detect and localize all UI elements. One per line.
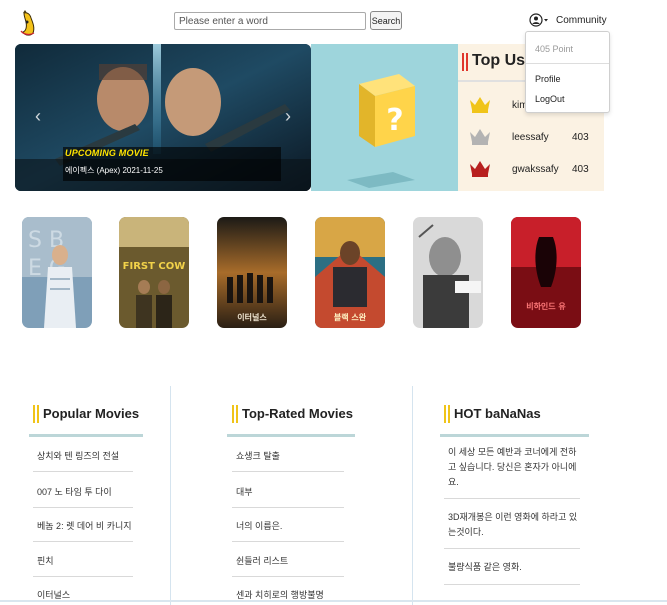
list-separator	[33, 507, 133, 508]
movie-poster[interactable]	[413, 217, 483, 328]
top-user-row[interactable]: gwakssafy 403	[468, 158, 598, 186]
poster-image: 이터널스	[217, 217, 287, 328]
top-rated-movie-item[interactable]: 대부	[236, 485, 253, 498]
poster-title: 블랙 스완	[334, 312, 367, 322]
poster-image: 비하인드 유	[511, 217, 581, 328]
hot-bananas-title: HOT baNaNas	[454, 406, 541, 421]
poster-image: FIRST COW	[119, 217, 189, 328]
top-user-name: gwakssafy	[512, 164, 559, 175]
section-underline	[227, 434, 355, 437]
top-user-points: 403	[572, 164, 589, 175]
section-underline	[440, 434, 589, 437]
poster-image: 블랙 스완	[315, 217, 385, 328]
list-separator	[33, 471, 133, 472]
top-user-name: leessafy	[512, 132, 549, 143]
section-underline	[29, 434, 143, 437]
top-rated-movies-title: Top-Rated Movies	[242, 406, 353, 421]
movie-poster[interactable]: 블랙 스완	[315, 217, 385, 328]
dropdown-item-logout[interactable]: LogOut	[535, 94, 565, 104]
list-separator	[444, 498, 580, 499]
movie-poster[interactable]: S B E G	[22, 217, 92, 328]
popular-movie-item[interactable]: 007 노 타임 투 다이	[37, 485, 112, 498]
poster-title: 비하인드 유	[526, 301, 566, 311]
hot-review-item[interactable]: 불량식품 같은 영화.	[448, 560, 580, 575]
search-input[interactable]	[174, 12, 366, 30]
poster-title: 이터널스	[237, 312, 267, 322]
movie-poster[interactable]: FIRST COW	[119, 217, 189, 328]
list-separator	[232, 507, 344, 508]
page: Search Community	[0, 0, 667, 605]
poster-title: FIRST COW	[123, 261, 186, 272]
crown-icon	[470, 129, 490, 145]
hero-tag: UPCOMING MOVIE	[65, 148, 149, 158]
page-bottom-border	[0, 600, 667, 602]
search-button[interactable]: Search	[370, 11, 402, 30]
chevron-left-icon[interactable]: ‹	[31, 106, 45, 126]
mystery-box-panel: ?	[311, 44, 458, 191]
movie-poster[interactable]: 비하인드 유	[511, 217, 581, 328]
banana-logo-icon[interactable]	[17, 9, 41, 37]
popular-movie-item[interactable]: 상치와 텐 링즈의 전설	[37, 449, 119, 462]
chevron-right-icon[interactable]: ›	[281, 106, 295, 126]
poster-image	[413, 217, 483, 328]
dropdown-item-profile[interactable]: Profile	[535, 74, 561, 84]
poster-image: S B E G	[22, 217, 92, 328]
question-box-icon: ?	[347, 74, 415, 188]
crown-icon	[470, 97, 490, 113]
top-rated-movie-item[interactable]: 쉰들러 리스트	[236, 554, 288, 567]
svg-text:?: ?	[386, 103, 403, 138]
list-separator	[33, 576, 133, 577]
top-user-row[interactable]: leessafy 403	[468, 126, 598, 154]
hot-review-item[interactable]: 3D재개봉은 이런 영화에 하라고 있는것이다.	[448, 510, 580, 540]
accent-bars	[33, 405, 40, 423]
user-circle-icon	[529, 13, 543, 27]
hot-review-item[interactable]: 이 세상 모든 예반과 코너에게 전하고 싶습니다. 당신은 혼자가 아니에요.	[448, 445, 580, 490]
list-separator	[444, 584, 580, 585]
accent-bars	[444, 405, 451, 423]
popular-movies-title: Popular Movies	[43, 406, 140, 421]
popular-movie-item[interactable]: 베놈 2: 렛 데어 비 카니지	[37, 519, 132, 532]
top-user-points: 403	[572, 132, 589, 143]
community-link[interactable]: Community	[556, 15, 607, 26]
column-divider	[170, 386, 171, 605]
list-separator	[444, 548, 580, 549]
top-rated-movie-item[interactable]: 너의 이름은.	[236, 519, 282, 532]
user-menu-toggle[interactable]	[529, 12, 551, 28]
dropdown-divider	[526, 63, 609, 64]
caret-down-icon	[544, 19, 548, 22]
accent-bars	[462, 53, 468, 71]
top-rated-movie-item[interactable]: 쇼생크 탈출	[236, 449, 280, 462]
list-separator	[232, 541, 344, 542]
list-separator	[232, 576, 344, 577]
popular-movie-item[interactable]: 핀치	[37, 554, 54, 567]
crown-icon	[470, 161, 490, 177]
accent-bars	[232, 405, 239, 423]
list-separator	[33, 541, 133, 542]
list-separator	[232, 471, 344, 472]
column-divider	[412, 386, 413, 605]
hero-carousel[interactable]: ‹ › UPCOMING MOVIE 에이펙스 (Apex) 2021-11-2…	[15, 44, 311, 191]
hero-caption: 에이펙스 (Apex) 2021-11-25	[65, 166, 163, 175]
user-dropdown-menu: 405 Point Profile LogOut	[525, 31, 610, 113]
user-point: 405 Point	[535, 44, 574, 54]
movie-poster[interactable]: 이터널스	[217, 217, 287, 328]
